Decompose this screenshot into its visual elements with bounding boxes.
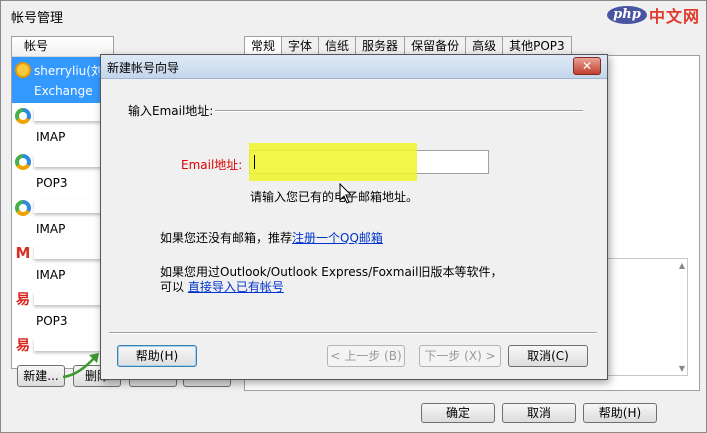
tab-other-pop3[interactable]: 其他POP3 — [502, 36, 572, 55]
cancel-button[interactable]: 取消 — [502, 403, 576, 423]
wizard-cancel-button[interactable]: 取消(C) — [508, 345, 588, 367]
account-item[interactable]: 易 POP3 — [12, 287, 113, 333]
mouse-cursor-icon — [339, 183, 351, 204]
netease-163-icon: 易 — [16, 338, 30, 354]
wizard-help-button[interactable]: 帮助(H) — [117, 345, 197, 367]
settings-tabs: 常规 字体 信纸 服务器 保留备份 高级 其他POP3 — [244, 36, 572, 56]
close-icon[interactable]: ✕ — [573, 57, 601, 75]
account-list: 帐号 sherryliu(刘 Exchange IMAP POP3 IMAP M… — [11, 36, 114, 369]
tab-stationery[interactable]: 信纸 — [318, 36, 357, 55]
redacted-account-name — [34, 246, 108, 259]
email-input[interactable] — [249, 150, 489, 174]
account-type: IMAP — [36, 130, 66, 144]
section-divider — [215, 110, 583, 111]
watermark: php 中文网 — [606, 3, 700, 27]
window-title: 帐号管理 — [11, 11, 64, 26]
account-item[interactable]: IMAP — [12, 103, 113, 149]
netease-163-icon: 易 — [16, 292, 30, 308]
tab-font[interactable]: 字体 — [281, 36, 320, 55]
account-item[interactable]: M IMAP — [12, 241, 113, 287]
account-type: IMAP — [36, 268, 66, 282]
outlook-icon — [15, 62, 31, 78]
tab-advanced[interactable]: 高级 — [465, 36, 504, 55]
import-text-line-2: 可以 直接导入已有帐号 — [160, 278, 284, 295]
account-name: sherryliu(刘 — [34, 64, 103, 78]
gmail-icon: M — [15, 244, 31, 262]
no-mailbox-prefix: 如果您还没有邮箱，推荐 — [160, 231, 293, 245]
scroll-down-icon[interactable]: ▼ — [679, 364, 685, 373]
tab-backup[interactable]: 保留备份 — [404, 36, 467, 55]
redacted-account-name — [34, 292, 108, 305]
pointer-arrow-icon — [62, 353, 99, 379]
account-type: IMAP — [36, 222, 66, 236]
import-prefix: 可以 — [160, 280, 185, 294]
php-logo: php — [606, 6, 647, 24]
import-accounts-link[interactable]: 直接导入已有帐号 — [188, 280, 284, 294]
back-button[interactable]: < 上一步 (B) — [327, 345, 405, 367]
new-account-button[interactable]: 新建... — [17, 365, 65, 387]
tab-server[interactable]: 服务器 — [355, 36, 406, 55]
new-account-wizard: 新建帐号向导 ✕ 输入Email地址: Email地址: 请输入您已有的电子邮箱… — [100, 54, 608, 380]
scroll-up-icon[interactable]: ▲ — [679, 261, 685, 270]
email-label: Email地址: — [181, 158, 243, 172]
next-button[interactable]: 下一步 (X) > — [419, 345, 501, 367]
account-type: Exchange — [34, 84, 93, 98]
account-type: POP3 — [36, 314, 68, 328]
section-label: 输入Email地址: — [128, 104, 214, 118]
redacted-account-name — [34, 200, 108, 213]
account-item[interactable]: sherryliu(刘 Exchange — [12, 57, 113, 103]
account-type: POP3 — [36, 176, 68, 190]
watermark-text: 中文网 — [648, 7, 700, 26]
register-qq-mail-link[interactable]: 注册一个QQ邮箱 — [292, 231, 383, 245]
account-item[interactable]: IMAP — [12, 195, 113, 241]
account-item[interactable]: POP3 — [12, 149, 113, 195]
no-mailbox-text: 如果您还没有邮箱，推荐注册一个QQ邮箱 — [160, 229, 383, 246]
mail-app-icon — [15, 108, 31, 124]
email-hint: 请输入您已有的电子邮箱地址。 — [250, 190, 419, 204]
ok-button[interactable]: 确定 — [421, 403, 495, 423]
mail-app-icon — [15, 200, 31, 216]
account-list-header[interactable]: 帐号 — [12, 37, 113, 57]
text-caret — [254, 155, 255, 169]
help-button[interactable]: 帮助(H) — [583, 403, 657, 423]
footer-divider — [109, 332, 597, 333]
redacted-account-name — [34, 154, 108, 167]
wizard-titlebar[interactable]: 新建帐号向导 ✕ — [101, 55, 607, 79]
tab-general[interactable]: 常规 — [244, 36, 283, 56]
wizard-title: 新建帐号向导 — [107, 61, 180, 75]
mail-app-icon — [15, 154, 31, 170]
redacted-account-name — [34, 108, 108, 121]
